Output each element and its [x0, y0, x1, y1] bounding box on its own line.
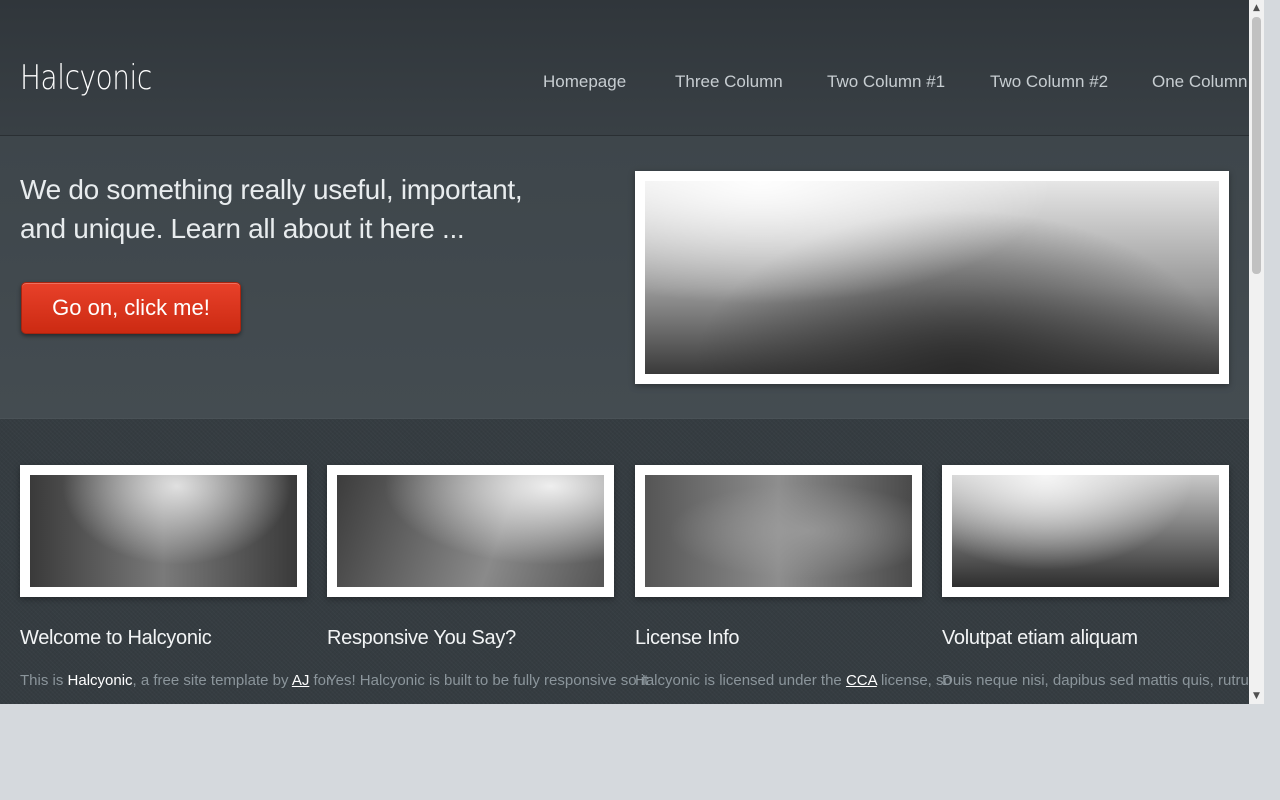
feature-card-responsive: Responsive You Say? Yes! Halcyonic is bu… [327, 465, 648, 689]
license-link[interactable]: CCA [846, 672, 877, 689]
feature-card-license: License Info Halcyonic is licensed under… [635, 465, 952, 689]
card-title: Responsive You Say? [327, 627, 516, 649]
card-title: Volutpat etiam aliquam [942, 627, 1138, 649]
card-image-frame [20, 465, 307, 597]
card-image[interactable] [337, 475, 604, 587]
card-text-part: Halcyonic is licensed under the [635, 672, 846, 689]
nav-one-column[interactable]: One Column [1152, 72, 1247, 92]
card-image-frame [635, 465, 922, 597]
nav-homepage[interactable]: Homepage [543, 72, 626, 92]
hero-title: We do something really useful, important… [20, 174, 523, 244]
card-text-bold: Halcyonic [67, 672, 133, 689]
card-text-part: This is [20, 672, 68, 689]
hero-banner: We do something really useful, important… [0, 136, 1249, 419]
vertical-scrollbar[interactable]: ▲ ▼ [1249, 0, 1264, 704]
nav-two-column-1[interactable]: Two Column #1 [827, 72, 945, 92]
card-text: Duis neque nisi, dapibus sed mattis quis… [942, 672, 1249, 689]
cta-button[interactable]: Go on, click me! [21, 282, 241, 334]
author-link[interactable]: AJ [292, 672, 310, 689]
card-image-frame [327, 465, 614, 597]
site-header: Halcyonic Homepage Three Column Two Colu… [0, 0, 1249, 136]
card-text-part: license, so [876, 672, 952, 689]
main-nav: Homepage Three Column Two Column #1 Two … [540, 72, 1247, 94]
feature-card-welcome: Welcome to Halcyonic This is Halcyonic, … [20, 465, 331, 689]
card-text-part: , a free site template by [132, 672, 292, 689]
card-title: Welcome to Halcyonic [20, 627, 212, 649]
nav-three-column[interactable]: Three Column [675, 72, 783, 92]
card-image-frame [942, 465, 1229, 597]
card-image[interactable] [30, 475, 297, 587]
feature-card-volutpat: Volutpat etiam aliquam Duis neque nisi, … [942, 465, 1249, 689]
card-text: This is Halcyonic, a free site template … [20, 669, 331, 693]
hero-image-frame [635, 171, 1229, 384]
site-logo[interactable]: Halcyonic [20, 58, 152, 98]
card-text: Yes! Halcyonic is built to be fully resp… [327, 672, 649, 689]
scroll-down-arrow-icon[interactable]: ▼ [1249, 688, 1264, 704]
card-text: Halcyonic is licensed under the CCA lice… [635, 669, 952, 693]
scrollbar-thumb[interactable] [1252, 17, 1261, 274]
card-image[interactable] [952, 475, 1219, 587]
scroll-up-arrow-icon[interactable]: ▲ [1249, 0, 1264, 16]
nav-two-column-2[interactable]: Two Column #2 [990, 72, 1108, 92]
hero-image[interactable] [645, 181, 1219, 374]
card-title: License Info [635, 627, 740, 649]
page-viewport: Halcyonic Homepage Three Column Two Colu… [0, 0, 1249, 704]
card-image[interactable] [645, 475, 912, 587]
